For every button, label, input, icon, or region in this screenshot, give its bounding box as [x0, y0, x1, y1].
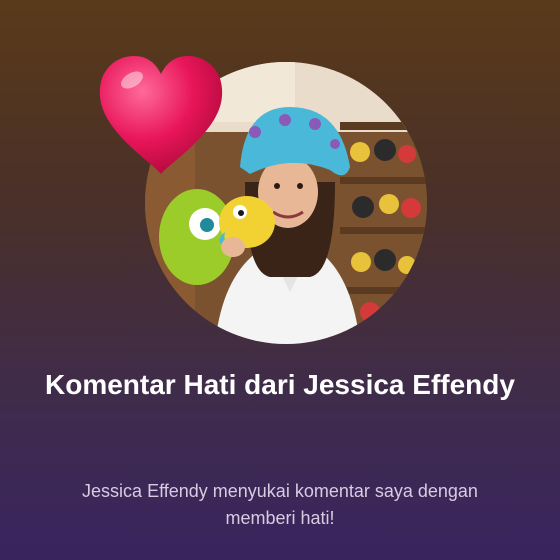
notification-title: Komentar Hati dari Jessica Effendy [45, 369, 515, 400]
notification-card: Komentar Hati dari Jessica Effendy Jessi… [0, 0, 560, 560]
heart-balloon-icon [99, 56, 223, 174]
notification-message: Jessica Effendy menyukai komentar saya d… [82, 481, 478, 528]
